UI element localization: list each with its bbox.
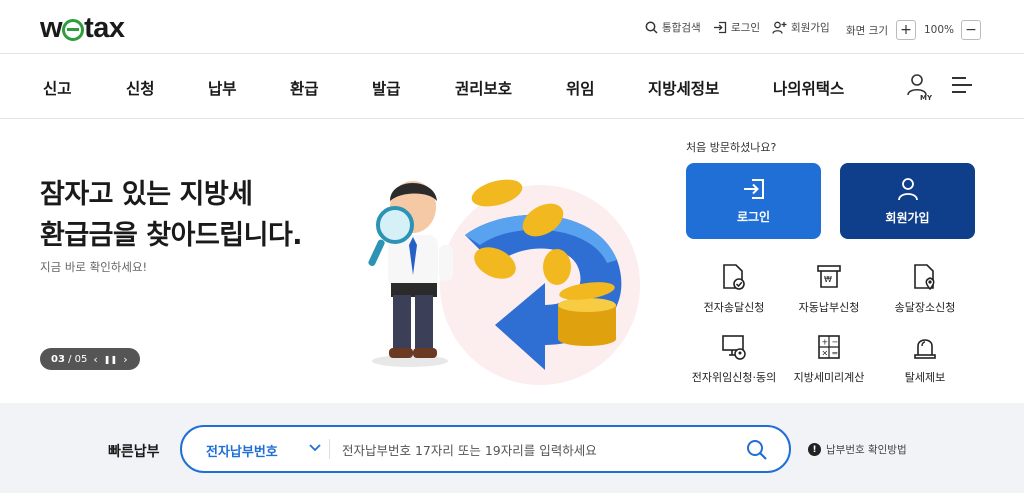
search-divider (329, 439, 330, 459)
integrated-search-label: 통합검색 (662, 22, 701, 34)
siren-icon (914, 339, 936, 359)
zoom-in-button[interactable]: + (895, 20, 916, 40)
location-document-icon (914, 264, 935, 291)
document-check-icon (723, 264, 745, 290)
wetax-logo[interactable]: w tax (40, 12, 125, 45)
info-icon: ! (808, 443, 821, 456)
nav-item-my-wetax[interactable]: 나의위택스 (773, 77, 844, 99)
hero-title-line1: 잠자고 있는 지방세 (40, 179, 253, 210)
service-label: 송달장소신청 (894, 301, 956, 314)
service-tax-calculator[interactable]: + − × = 지방세미리계산 (774, 333, 884, 385)
service-label: 전자송달신청 (703, 301, 765, 314)
user-plus-icon (772, 21, 787, 34)
payment-number-help-label: 납부번호 확인방법 (826, 444, 907, 456)
login-button[interactable]: 로그인 (686, 163, 821, 239)
pager-prev-button[interactable]: ‹ (93, 353, 97, 366)
auto-pay-icon: ₩ (817, 265, 841, 288)
search-icon (645, 21, 658, 34)
pager-current: 03 (51, 353, 65, 365)
service-delivery-location[interactable]: 송달장소신청 (870, 263, 980, 315)
zoom-label: 화면 크기 (846, 24, 888, 37)
svg-text:−: − (832, 338, 839, 347)
svg-text:=: = (832, 349, 839, 358)
logo-e-mark (62, 18, 85, 41)
zoom-control: 화면 크기 + 100% − (846, 20, 982, 40)
service-e-delegation[interactable]: 전자위임신청·동의 (679, 333, 789, 385)
top-join-link[interactable]: 회원가입 (772, 20, 830, 35)
pager-position: 03 / 05 (51, 354, 87, 365)
top-login-label: 로그인 (731, 22, 760, 34)
my-page-icon[interactable]: MY (906, 73, 932, 101)
main-navigation: 신고 신청 납부 환급 발급 권리보호 위임 지방세정보 나의위택스 MY (0, 55, 1024, 119)
service-label: 지방세미리계산 (793, 371, 865, 384)
zoom-out-button[interactable]: − (961, 20, 982, 40)
chevron-down-icon[interactable] (308, 440, 322, 454)
service-label: 탈세제보 (904, 371, 946, 384)
pager-next-button[interactable]: › (123, 353, 127, 366)
service-label: 자동납부신청 (798, 301, 860, 314)
login-button-label: 로그인 (736, 209, 771, 224)
nav-item-report[interactable]: 신고 (43, 77, 72, 99)
svg-text:₩: ₩ (824, 275, 832, 284)
top-join-label: 회원가입 (791, 22, 830, 34)
refund-illustration (368, 179, 640, 385)
user-icon (897, 177, 918, 200)
my-label: MY (920, 94, 932, 101)
payment-number-input[interactable] (342, 438, 742, 462)
quick-payment-search: 전자납부번호 (180, 425, 791, 473)
quick-payment-label: 빠른납부 (108, 444, 160, 460)
nav-item-local-tax-info[interactable]: 지방세정보 (648, 77, 719, 99)
service-label: 전자위임신청·동의 (691, 371, 777, 384)
nav-item-payment[interactable]: 납부 (208, 77, 237, 99)
pager-pause-button[interactable]: ❚❚ (104, 355, 117, 364)
nav-item-rights[interactable]: 권리보호 (455, 77, 512, 99)
service-tax-evasion-report[interactable]: 탈세제보 (870, 333, 980, 385)
nav-item-issue[interactable]: 발급 (372, 77, 401, 99)
banner-pager: 03 / 05 ‹ ❚❚ › (40, 348, 140, 370)
nav-item-apply[interactable]: 신청 (126, 77, 155, 99)
first-visit-label: 처음 방문하셨나요? (686, 141, 777, 154)
hero-title-line2: 환급금을 찾아드립니다. (40, 220, 303, 251)
nav-item-delegation[interactable]: 위임 (566, 77, 595, 99)
integrated-search-link[interactable]: 통합검색 (645, 20, 701, 35)
payment-number-help-link[interactable]: ! 납부번호 확인방법 (808, 442, 907, 457)
top-utility-bar: w tax 통합검색 로그인 회원가입 화면 크기 + 100% − (0, 0, 1024, 54)
svg-text:+: + (822, 338, 829, 347)
service-auto-pay[interactable]: ₩ 자동납부신청 (774, 263, 884, 315)
search-icon[interactable] (745, 438, 769, 462)
join-button-label: 회원가입 (885, 210, 930, 225)
payment-type-select[interactable]: 전자납부번호 (206, 441, 278, 460)
monitor-delegate-icon (722, 335, 746, 360)
nav-item-refund[interactable]: 환급 (290, 77, 319, 99)
logo-text-suffix: tax (84, 12, 125, 44)
service-e-delivery[interactable]: 전자송달신청 (679, 263, 789, 315)
pager-separator: / (64, 353, 75, 365)
pager-total: 05 (74, 353, 88, 365)
hamburger-menu-icon[interactable] (952, 77, 972, 95)
login-icon (743, 178, 764, 199)
zoom-value: 100% (923, 24, 955, 36)
join-button[interactable]: 회원가입 (840, 163, 975, 239)
top-login-link[interactable]: 로그인 (713, 20, 760, 35)
calculator-icon: + − × = (818, 335, 840, 359)
svg-text:×: × (822, 349, 829, 358)
hero-subtitle: 지금 바로 확인하세요! (40, 260, 148, 274)
logo-text-prefix: w (40, 12, 63, 44)
login-icon (714, 21, 727, 34)
hero-title: 잠자고 있는 지방세 환급금을 찾아드립니다. (40, 174, 303, 256)
